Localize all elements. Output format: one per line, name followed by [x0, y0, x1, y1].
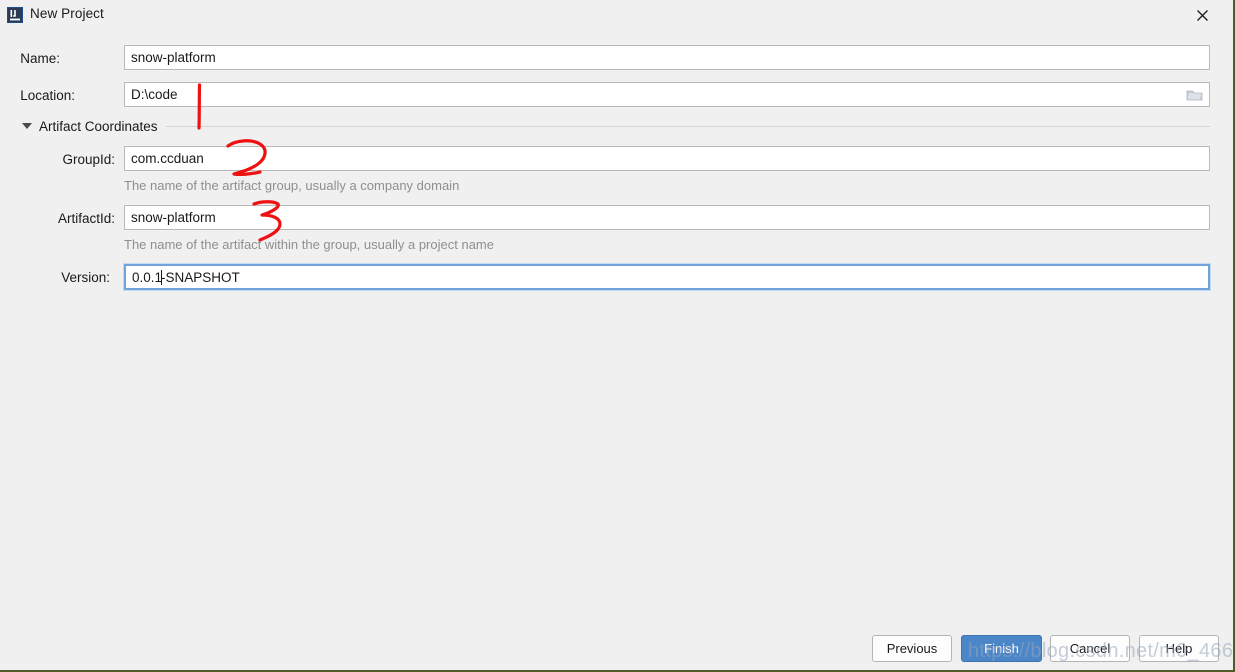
- artifact-id-hint: The name of the artifact within the grou…: [124, 237, 494, 252]
- folder-icon[interactable]: [1185, 88, 1203, 102]
- group-id-label: GroupId:: [62, 152, 115, 167]
- title-bar: New Project: [0, 0, 1233, 30]
- previous-button[interactable]: Previous: [872, 635, 952, 662]
- close-icon[interactable]: [1180, 0, 1225, 30]
- intellij-idea-icon: [7, 7, 23, 23]
- cancel-button[interactable]: Cancel: [1050, 635, 1130, 662]
- name-label: Name:: [20, 51, 60, 66]
- finish-button[interactable]: Finish: [961, 635, 1042, 662]
- artifact-id-input[interactable]: snow-platform: [124, 205, 1210, 230]
- name-input-value: snow-platform: [131, 50, 216, 65]
- artifact-coordinates-label: Artifact Coordinates: [39, 118, 158, 134]
- help-button[interactable]: Help: [1139, 635, 1219, 662]
- location-input-value: D:\code: [131, 87, 178, 102]
- location-input[interactable]: D:\code: [124, 82, 1210, 107]
- new-project-dialog: New Project Name: snow-platform Location…: [0, 0, 1235, 672]
- artifact-id-input-value: snow-platform: [131, 210, 216, 225]
- version-input-value-after-caret: -SNAPSHOT: [161, 269, 240, 285]
- version-label: Version:: [61, 270, 110, 285]
- section-divider: [166, 126, 1210, 127]
- artifact-id-label: ArtifactId:: [57, 211, 115, 226]
- group-id-input[interactable]: com.ccduan: [124, 146, 1210, 171]
- group-id-input-value: com.ccduan: [131, 151, 204, 166]
- artifact-coordinates-section-header[interactable]: Artifact Coordinates: [22, 118, 158, 134]
- triangle-down-icon: [22, 123, 32, 129]
- location-label: Location:: [20, 88, 75, 103]
- name-input[interactable]: snow-platform: [124, 45, 1210, 70]
- version-input[interactable]: 0.0.1 -SNAPSHOT: [123, 263, 1211, 291]
- window-title: New Project: [30, 6, 104, 21]
- group-id-hint: The name of the artifact group, usually …: [124, 178, 460, 193]
- version-input-value-before-caret: 0.0.1: [132, 269, 163, 285]
